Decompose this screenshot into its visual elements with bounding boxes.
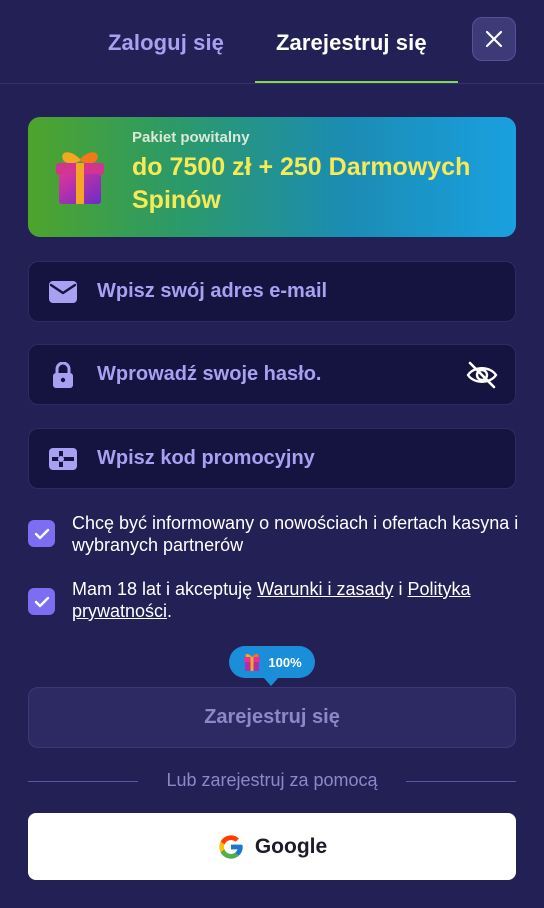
tab-login[interactable]: Zaloguj się (108, 30, 224, 56)
lock-icon (49, 362, 77, 388)
tab-register[interactable]: Zarejestruj się (276, 30, 427, 56)
banner-subtitle: Pakiet powitalny (132, 129, 250, 146)
promo-code-field-container (28, 428, 516, 489)
gift-icon (56, 152, 104, 204)
email-field-container (28, 261, 516, 322)
alternative-signup-divider: Lub zarejestruj za pomocą (28, 770, 516, 792)
terms-consent-checkbox[interactable] (28, 588, 55, 615)
registration-modal: Zaloguj się Zarejestruj się Pakiet powit… (0, 0, 544, 908)
bonus-percentage-label: 100% (268, 654, 302, 670)
toggle-password-visibility-button[interactable] (465, 358, 499, 392)
password-input[interactable] (97, 345, 457, 404)
bonus-percentage-badge: 100% (229, 646, 315, 686)
close-icon (485, 30, 503, 48)
register-button[interactable]: Zarejestruj się (28, 687, 516, 748)
marketing-consent-label: Chcę być informowany o nowościach i ofer… (72, 513, 519, 555)
terms-link[interactable]: Warunki i zasady (257, 579, 393, 599)
gift-icon (244, 653, 261, 671)
email-input[interactable] (97, 262, 457, 321)
checkmark-icon (34, 596, 49, 607)
mail-icon (49, 279, 77, 305)
google-icon (219, 834, 243, 859)
terms-consent-label: Mam 18 lat i akceptuję Warunki i zasady … (72, 578, 522, 622)
marketing-consent-checkbox[interactable] (28, 520, 55, 547)
welcome-bonus-banner: Pakiet powitalny do 7500 zł + 250 Darmow… (28, 117, 516, 237)
banner-title: do 7500 zł + 250 Darmowych Spinów (132, 153, 471, 214)
checkmark-icon (34, 528, 49, 539)
active-tab-indicator (255, 81, 458, 83)
password-field-container (28, 344, 516, 405)
terms-text-after: . (167, 601, 173, 621)
divider-line-right (406, 781, 516, 782)
auth-tabs: Zaloguj się Zarejestruj się (0, 0, 544, 84)
google-button-label: Google (254, 834, 328, 858)
google-signup-button[interactable]: Google (28, 813, 516, 880)
promo-code-input[interactable] (97, 429, 457, 488)
close-button[interactable] (472, 17, 516, 61)
eye-off-icon (466, 361, 498, 389)
terms-text-before: Mam 18 lat i akceptuję (72, 579, 258, 599)
terms-text-middle: i (393, 579, 408, 599)
ticket-icon (49, 446, 77, 472)
